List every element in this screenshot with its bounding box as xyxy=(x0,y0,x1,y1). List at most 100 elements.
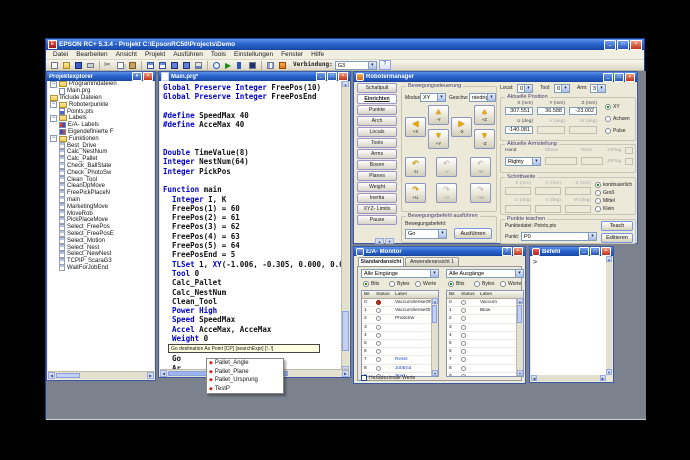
io-row[interactable]: 3 xyxy=(447,324,523,332)
field-x-mm[interactable]: 307.551 xyxy=(505,107,533,115)
io-row[interactable]: 1Blow xyxy=(447,307,523,315)
autocomplete-item-pallet-plane[interactable]: ◆Pallet_Plane xyxy=(207,368,283,377)
io-row[interactable]: 7Reset xyxy=(362,356,438,364)
scroll-up-icon[interactable] xyxy=(432,298,438,304)
expander-icon[interactable] xyxy=(50,135,57,142)
scroll-thumb[interactable] xyxy=(432,305,437,323)
robot-tab-boxen[interactable]: Boxen xyxy=(357,160,397,170)
copy-icon[interactable] xyxy=(115,60,126,71)
close-icon[interactable] xyxy=(338,72,348,81)
minimize-icon[interactable] xyxy=(579,247,589,256)
search-icon[interactable] xyxy=(211,60,222,71)
menu-tools[interactable]: Tools xyxy=(207,51,230,58)
tree-item-waitforjobend[interactable]: WaitForJobEnd xyxy=(48,265,154,272)
menu-ansicht[interactable]: Ansicht xyxy=(112,51,141,58)
command-vertical-scrollbar[interactable] xyxy=(606,256,612,375)
hex-checkbox[interactable] xyxy=(361,375,367,381)
robot-tab-einrichten[interactable]: Einrichten xyxy=(357,94,397,104)
step-into-icon[interactable] xyxy=(193,60,204,71)
autocomplete-item-testp[interactable]: ◆TestP xyxy=(207,385,283,394)
restore-icon[interactable] xyxy=(617,40,629,50)
stop-icon[interactable] xyxy=(247,60,258,71)
jog-button-z[interactable]: ▼-Z xyxy=(474,129,495,149)
robot-tab-arms[interactable]: Arms xyxy=(357,149,397,159)
robot-manager-title-bar[interactable]: Robotermanager xyxy=(354,72,637,82)
io-row[interactable]: 2 xyxy=(447,315,523,323)
close-icon[interactable] xyxy=(143,72,153,81)
robot-tab-weight[interactable]: Weight xyxy=(357,182,397,192)
robot-tab-pause[interactable]: Pause xyxy=(357,215,397,225)
io-row[interactable]: 3 xyxy=(362,324,438,332)
autocomplete-item-pallet-angle[interactable]: ◆Pallet_Angle xyxy=(207,359,283,368)
command-horizontal-scrollbar[interactable] xyxy=(531,375,606,381)
robot-manager-icon[interactable] xyxy=(277,60,288,71)
tab-scroll-up-icon[interactable] xyxy=(375,238,384,244)
scroll-thumb[interactable] xyxy=(56,373,80,378)
mode-select[interactable]: XY xyxy=(420,93,446,102)
robot-tab-xyz-limits[interactable]: XYZ- Limits xyxy=(357,204,397,214)
command-title-bar[interactable]: Befehl xyxy=(530,247,613,256)
io-row[interactable]: 7 xyxy=(447,356,523,364)
close-icon[interactable] xyxy=(513,247,523,256)
io-row[interactable]: 5 xyxy=(362,340,438,348)
radio-coord-pulse[interactable]: Pulse xyxy=(605,128,626,134)
io-row[interactable]: 8 xyxy=(447,365,523,373)
jog-button-x[interactable]: ◀+X xyxy=(405,117,426,137)
menu-ausf-hren[interactable]: Ausführen xyxy=(169,51,207,58)
expander-icon[interactable] xyxy=(50,101,57,108)
scroll-thumb[interactable] xyxy=(517,305,522,323)
radio-coord-achsen[interactable]: Achsen xyxy=(605,116,630,122)
motion-command-select[interactable]: Go xyxy=(405,229,447,239)
io-table-scrollbar[interactable] xyxy=(431,298,438,376)
radio-step-klein[interactable]: Klein xyxy=(595,206,614,212)
new-file-icon[interactable] xyxy=(49,60,60,71)
tree-item-points-pts[interactable]: Points.pts xyxy=(48,108,154,115)
cut-icon[interactable] xyxy=(103,60,114,71)
io-row[interactable]: 8JobEnd xyxy=(362,365,438,373)
tab-scroll-down-icon[interactable] xyxy=(385,238,394,244)
io-row[interactable]: 9 xyxy=(447,373,523,377)
rebuild-icon[interactable] xyxy=(181,60,192,71)
code-area[interactable]: Global Preserve Integer FreePos(10)Globa… xyxy=(160,81,344,372)
expander-icon[interactable] xyxy=(50,115,57,122)
hand-select[interactable]: Righty xyxy=(505,157,541,166)
radio-step-mittel[interactable]: Mittel xyxy=(595,198,615,204)
radio-step-kontinuierlich[interactable]: kontinuierlich xyxy=(595,182,632,188)
start-icon[interactable] xyxy=(223,60,234,71)
radio-outputs-bytes[interactable]: Bytes xyxy=(474,281,495,287)
tree-item-main-prg[interactable]: Main.prg xyxy=(48,88,154,95)
tool-select[interactable]: 0 xyxy=(554,84,570,93)
menu-fenster[interactable]: Fenster xyxy=(277,51,307,58)
radio-outputs-worte[interactable]: Worte xyxy=(500,281,521,287)
autocomplete-item-pallet-ursprung[interactable]: ◆Pallet_Ursprung xyxy=(207,376,283,385)
maximize-icon[interactable] xyxy=(590,247,600,256)
minimize-icon[interactable] xyxy=(316,72,326,81)
scroll-down-icon[interactable] xyxy=(432,370,438,376)
editor-vertical-scrollbar[interactable] xyxy=(341,81,349,372)
open-project-icon[interactable] xyxy=(61,60,72,71)
menu-projekt[interactable]: Projekt xyxy=(141,51,169,58)
connection-select[interactable]: G3 xyxy=(335,61,377,70)
jog-button-u[interactable]: ↶-U xyxy=(405,157,426,177)
help-icon[interactable] xyxy=(502,247,512,256)
point-select[interactable]: P0 xyxy=(521,232,597,241)
jog-button-y[interactable]: ▲-Y xyxy=(428,105,449,125)
io-row[interactable]: 6 xyxy=(362,348,438,356)
field-z-mm[interactable]: -23.002 xyxy=(569,107,597,115)
robot-tab-punkte[interactable]: Punkte xyxy=(357,105,397,115)
arm-select[interactable]: 3 xyxy=(590,84,606,93)
tree-item-eigendefinierte-f[interactable]: Eigendefinierte F xyxy=(48,129,154,136)
maximize-icon[interactable] xyxy=(614,73,624,82)
jog-button-y[interactable]: ▼+Y xyxy=(428,129,449,149)
scroll-down-icon[interactable] xyxy=(517,370,523,376)
auto-hide-pin-icon[interactable]: ▾ xyxy=(132,72,142,81)
tab-standardansicht[interactable]: Standardansicht xyxy=(358,257,404,266)
editor-title-bar[interactable]: Main.prg* xyxy=(159,72,350,81)
print-icon[interactable] xyxy=(85,60,96,71)
execute-button[interactable]: Ausführen xyxy=(454,228,492,239)
paste-icon[interactable] xyxy=(127,60,138,71)
robot-tab-tools[interactable]: Tools xyxy=(357,138,397,148)
app-title-bar[interactable]: EPSON RC+ 5.3.4 - Projekt C:\EpsonRC50\P… xyxy=(46,39,644,50)
menu-bearbeiten[interactable]: Bearbeiten xyxy=(72,51,111,58)
io-row[interactable]: 2PhotoSw xyxy=(362,315,438,323)
